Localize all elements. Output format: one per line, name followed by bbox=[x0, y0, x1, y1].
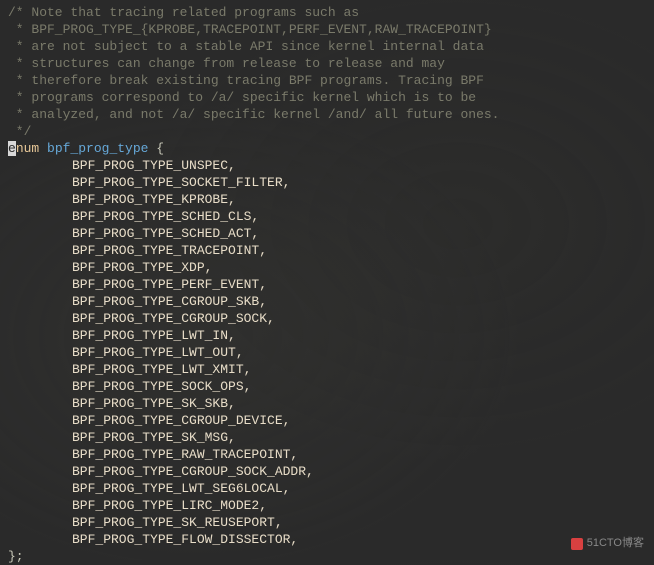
enum-value: BPF_PROG_TYPE_SK_REUSEPORT, bbox=[8, 514, 646, 531]
close-brace: }; bbox=[8, 548, 646, 565]
enum-value: BPF_PROG_TYPE_SK_SKB, bbox=[8, 395, 646, 412]
enum-value: BPF_PROG_TYPE_SK_MSG, bbox=[8, 429, 646, 446]
enum-value: BPF_PROG_TYPE_SCHED_ACT, bbox=[8, 225, 646, 242]
watermark: 51CTO博客 bbox=[571, 535, 644, 552]
enum-value: BPF_PROG_TYPE_FLOW_DISSECTOR, bbox=[8, 531, 646, 548]
open-brace: { bbox=[148, 141, 164, 156]
enum-value: BPF_PROG_TYPE_LWT_OUT, bbox=[8, 344, 646, 361]
enum-value: BPF_PROG_TYPE_SOCKET_FILTER, bbox=[8, 174, 646, 191]
enum-value: BPF_PROG_TYPE_SOCK_OPS, bbox=[8, 378, 646, 395]
enum-value: BPF_PROG_TYPE_CGROUP_DEVICE, bbox=[8, 412, 646, 429]
watermark-text: 51CTO博客 bbox=[587, 535, 644, 552]
enum-value: BPF_PROG_TYPE_RAW_TRACEPOINT, bbox=[8, 446, 646, 463]
comment-line: /* Note that tracing related programs su… bbox=[8, 4, 646, 21]
enum-value: BPF_PROG_TYPE_LWT_SEG6LOCAL, bbox=[8, 480, 646, 497]
comment-line: * programs correspond to /a/ specific ke… bbox=[8, 89, 646, 106]
enum-declaration-line: enum bpf_prog_type { bbox=[8, 140, 646, 157]
enum-value: BPF_PROG_TYPE_CGROUP_SOCK, bbox=[8, 310, 646, 327]
enum-value: BPF_PROG_TYPE_LWT_XMIT, bbox=[8, 361, 646, 378]
enum-value: BPF_PROG_TYPE_PERF_EVENT, bbox=[8, 276, 646, 293]
comment-line: * structures can change from release to … bbox=[8, 55, 646, 72]
comment-line: * are not subject to a stable API since … bbox=[8, 38, 646, 55]
comment-line: * therefore break existing tracing BPF p… bbox=[8, 72, 646, 89]
comment-line: * BPF_PROG_TYPE_{KPROBE,TRACEPOINT,PERF_… bbox=[8, 21, 646, 38]
comment-line: * analyzed, and not /a/ specific kernel … bbox=[8, 106, 646, 123]
enum-value: BPF_PROG_TYPE_CGROUP_SKB, bbox=[8, 293, 646, 310]
enum-value: BPF_PROG_TYPE_KPROBE, bbox=[8, 191, 646, 208]
enum-value: BPF_PROG_TYPE_UNSPEC, bbox=[8, 157, 646, 174]
enum-value: BPF_PROG_TYPE_XDP, bbox=[8, 259, 646, 276]
enum-value: BPF_PROG_TYPE_SCHED_CLS, bbox=[8, 208, 646, 225]
cursor-position: e bbox=[8, 141, 16, 156]
code-block: /* Note that tracing related programs su… bbox=[8, 4, 646, 565]
enum-value: BPF_PROG_TYPE_LWT_IN, bbox=[8, 327, 646, 344]
enum-value: BPF_PROG_TYPE_LIRC_MODE2, bbox=[8, 497, 646, 514]
enum-keyword: num bbox=[16, 141, 39, 156]
enum-type-name: bpf_prog_type bbox=[47, 141, 148, 156]
enum-value: BPF_PROG_TYPE_TRACEPOINT, bbox=[8, 242, 646, 259]
comment-line: */ bbox=[8, 123, 646, 140]
watermark-logo-icon bbox=[571, 538, 583, 550]
enum-value: BPF_PROG_TYPE_CGROUP_SOCK_ADDR, bbox=[8, 463, 646, 480]
